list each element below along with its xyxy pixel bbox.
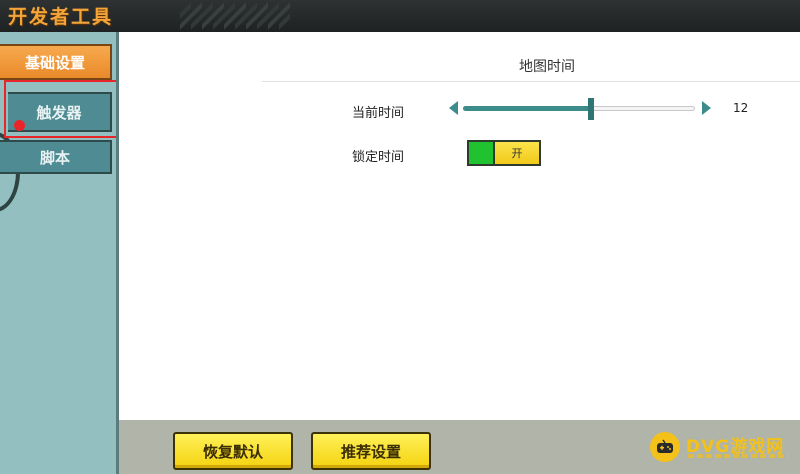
section-divider [262, 81, 800, 82]
lock-time-label: 锁定时间 [352, 150, 405, 165]
window-title: 开发者工具 [8, 6, 114, 28]
gamepad-logo-icon [650, 432, 680, 462]
current-time-label: 当前时间 [352, 106, 405, 121]
current-time-value: 12 [733, 101, 749, 115]
recommended-settings-button[interactable]: 推荐设置 [311, 432, 431, 470]
sidebar-item-script[interactable]: 脚本 [0, 140, 112, 174]
recommended-settings-label: 推荐设置 [340, 442, 401, 461]
toggle-on-indicator [469, 142, 493, 164]
time-slider-thumb[interactable] [588, 98, 594, 120]
section-title: 地图时间 [519, 59, 575, 75]
restore-defaults-label: 恢复默认 [202, 442, 263, 461]
toggle-state-text: 开 [511, 147, 523, 160]
toggle-knob: 开 [493, 142, 539, 164]
watermark-underline [688, 454, 788, 458]
lock-time-toggle[interactable]: 开 [467, 140, 541, 166]
sidebar-item-label: 基础设置 [24, 53, 85, 72]
highlight-annotation-box [4, 80, 125, 138]
sidebar-item-label: 脚本 [39, 148, 70, 167]
time-slider-fill [463, 106, 591, 111]
slider-increase-arrow-icon[interactable] [702, 101, 711, 115]
restore-defaults-button[interactable]: 恢复默认 [173, 432, 293, 470]
title-bar: 开发者工具 [0, 0, 800, 32]
settings-panel: 地图时间 当前时间 12 锁定时间 开 [116, 32, 800, 420]
slider-decrease-arrow-icon[interactable] [449, 101, 458, 115]
sidebar-item-basic-settings[interactable]: 基础设置 [0, 44, 112, 80]
title-bar-decoration [180, 0, 290, 32]
